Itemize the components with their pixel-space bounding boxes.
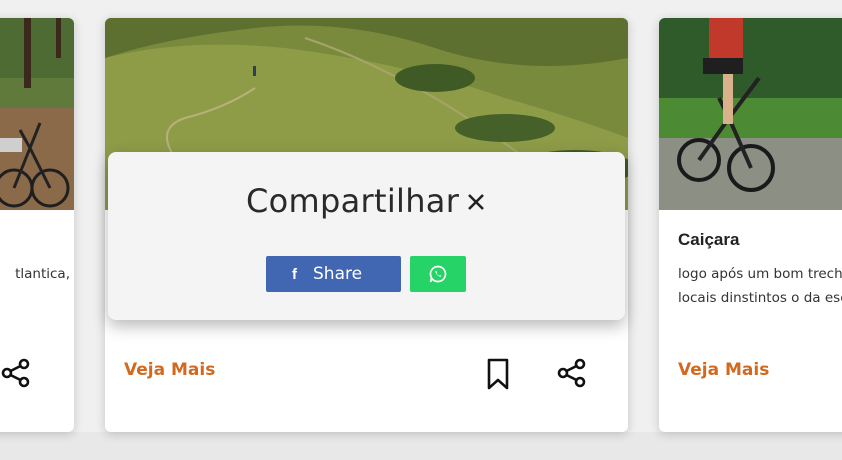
whatsapp-share-button[interactable]: [410, 256, 466, 292]
card-right: Caiçara logo após um bom trech locais di…: [659, 18, 842, 432]
share-popup-title: Compartilhar: [246, 182, 460, 220]
card-left-photo: [0, 18, 74, 210]
card-left-text-line: tlantica,: [15, 266, 70, 282]
whatsapp-icon: [429, 265, 447, 283]
card-right-text-line: locais dinstintos o da esc: [678, 290, 842, 306]
card-right-title: Caiçara: [678, 230, 740, 249]
share-icon[interactable]: [1, 358, 31, 388]
veja-mais-link[interactable]: Veja Mais: [678, 360, 769, 380]
bookmark-icon[interactable]: [487, 358, 509, 390]
facebook-share-button[interactable]: f Share: [266, 256, 401, 292]
share-icon[interactable]: [557, 358, 587, 388]
veja-mais-link[interactable]: Veja Mais: [124, 360, 215, 380]
close-icon[interactable]: [464, 190, 488, 214]
page-footer-band: [0, 432, 842, 460]
facebook-icon: f: [292, 265, 297, 283]
facebook-share-label: Share: [313, 264, 363, 284]
share-popup: Compartilhar f Share: [108, 152, 625, 320]
card-right-photo: [659, 18, 842, 210]
card-right-description: logo após um bom trech locais dinstintos…: [678, 262, 842, 310]
card-right-text-line: logo após um bom trech: [678, 266, 842, 282]
card-left: tlantica,: [0, 18, 74, 432]
card-left-description: tlantica,: [15, 262, 70, 286]
